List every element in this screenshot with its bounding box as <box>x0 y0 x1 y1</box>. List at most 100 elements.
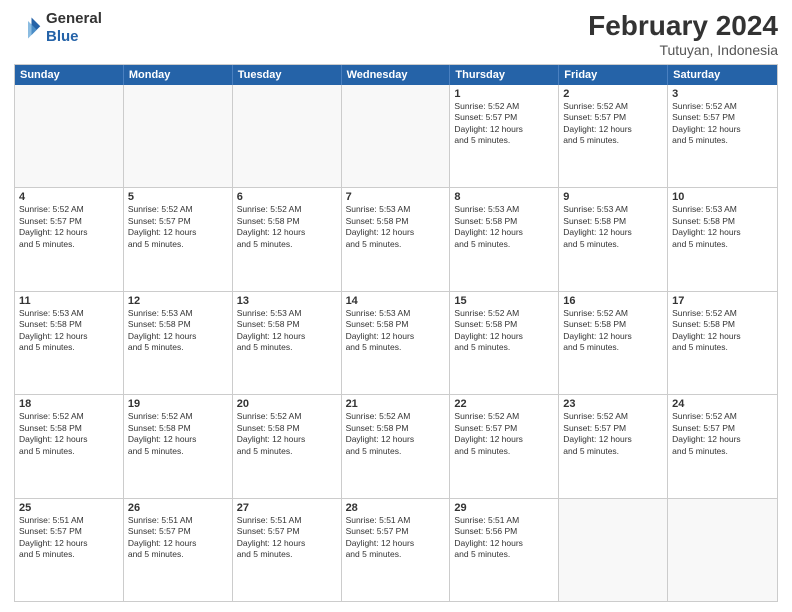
calendar-header-cell: Friday <box>559 65 668 85</box>
calendar-cell: 9Sunrise: 5:53 AMSunset: 5:58 PMDaylight… <box>559 188 668 290</box>
calendar-cell <box>668 499 777 601</box>
logo: General Blue <box>14 10 102 46</box>
calendar-cell: 26Sunrise: 5:51 AMSunset: 5:57 PMDayligh… <box>124 499 233 601</box>
calendar-cell: 3Sunrise: 5:52 AMSunset: 5:57 PMDaylight… <box>668 85 777 187</box>
calendar-cell: 21Sunrise: 5:52 AMSunset: 5:58 PMDayligh… <box>342 395 451 497</box>
calendar-week: 1Sunrise: 5:52 AMSunset: 5:57 PMDaylight… <box>15 85 777 188</box>
calendar-cell: 14Sunrise: 5:53 AMSunset: 5:58 PMDayligh… <box>342 292 451 394</box>
calendar-header-cell: Saturday <box>668 65 777 85</box>
calendar-body: 1Sunrise: 5:52 AMSunset: 5:57 PMDaylight… <box>15 85 777 601</box>
calendar-cell <box>15 85 124 187</box>
calendar-cell <box>342 85 451 187</box>
day-number: 27 <box>237 502 337 514</box>
day-info: Sunrise: 5:52 AMSunset: 5:58 PMDaylight:… <box>237 411 337 457</box>
day-info: Sunrise: 5:52 AMSunset: 5:57 PMDaylight:… <box>19 204 119 250</box>
calendar-cell: 2Sunrise: 5:52 AMSunset: 5:57 PMDaylight… <box>559 85 668 187</box>
day-number: 4 <box>19 191 119 203</box>
day-info: Sunrise: 5:52 AMSunset: 5:57 PMDaylight:… <box>672 101 773 147</box>
day-number: 16 <box>563 295 663 307</box>
calendar-week: 18 Sunrise: 5:52 AMSunset: 5:58 PMDayligh… <box>15 395 777 498</box>
day-number: 5 <box>128 191 228 203</box>
day-info: Sunrise: 5:51 AMSunset: 5:57 PMDaylight:… <box>128 515 228 561</box>
day-info: Sunrise: 5:53 AMSunset: 5:58 PMDaylight:… <box>346 308 446 354</box>
calendar-cell: 13Sunrise: 5:53 AMSunset: 5:58 PMDayligh… <box>233 292 342 394</box>
day-number: 28 <box>346 502 446 514</box>
day-number: 29 <box>454 502 554 514</box>
calendar-cell: 29Sunrise: 5:51 AMSunset: 5:56 PMDayligh… <box>450 499 559 601</box>
day-info: Sunrise: 5:52 AMSunset: 5:57 PMDaylight:… <box>672 411 773 457</box>
day-number: 1 <box>454 88 554 100</box>
logo-text: General Blue <box>46 10 102 46</box>
calendar-week: 4Sunrise: 5:52 AMSunset: 5:57 PMDaylight… <box>15 188 777 291</box>
day-number: 21 <box>346 398 446 410</box>
day-number: 19 <box>128 398 228 410</box>
calendar-cell: 4Sunrise: 5:52 AMSunset: 5:57 PMDaylight… <box>15 188 124 290</box>
day-info: Sunrise: 5:52 AMSunset: 5:58 PMDaylight:… <box>563 308 663 354</box>
day-info: Sunrise: 5:52 AMSunset: 5:57 PMDaylight:… <box>454 411 554 457</box>
day-info: Sunrise: 5:52 AMSunset: 5:57 PMDaylight:… <box>454 101 554 147</box>
calendar-cell <box>233 85 342 187</box>
calendar-week: 11Sunrise: 5:53 AMSunset: 5:58 PMDayligh… <box>15 292 777 395</box>
day-info: Sunrise: 5:53 AMSunset: 5:58 PMDaylight:… <box>672 204 773 250</box>
calendar-cell: 20Sunrise: 5:52 AMSunset: 5:58 PMDayligh… <box>233 395 342 497</box>
calendar-cell: 11Sunrise: 5:53 AMSunset: 5:58 PMDayligh… <box>15 292 124 394</box>
day-info: Sunrise: 5:51 AMSunset: 5:57 PMDaylight:… <box>346 515 446 561</box>
day-number: 8 <box>454 191 554 203</box>
day-info: Sunrise: 5:52 AMSunset: 5:57 PMDaylight:… <box>128 204 228 250</box>
calendar-cell <box>124 85 233 187</box>
calendar-cell: 8Sunrise: 5:53 AMSunset: 5:58 PMDaylight… <box>450 188 559 290</box>
calendar-cell: 18Sunrise: 5:52 AMSunset: 5:58 PMDayligh… <box>15 395 124 497</box>
day-number: 22 <box>454 398 554 410</box>
calendar-header-cell: Tuesday <box>233 65 342 85</box>
day-info: Sunrise: 5:53 AMSunset: 5:58 PMDaylight:… <box>563 204 663 250</box>
day-info: Sunrise: 5:53 AMSunset: 5:58 PMDaylight:… <box>454 204 554 250</box>
calendar-cell: 1Sunrise: 5:52 AMSunset: 5:57 PMDaylight… <box>450 85 559 187</box>
calendar-cell <box>559 499 668 601</box>
day-info: Sunrise: 5:52 AMSunset: 5:58 PMDaylight:… <box>454 308 554 354</box>
calendar-cell: 27Sunrise: 5:51 AMSunset: 5:57 PMDayligh… <box>233 499 342 601</box>
title-block: February 2024 Tutuyan, Indonesia <box>588 10 778 58</box>
day-number: 11 <box>19 295 119 307</box>
day-number: 10 <box>672 191 773 203</box>
logo-icon <box>14 14 42 42</box>
day-number: 24 <box>672 398 773 410</box>
calendar: SundayMondayTuesdayWednesdayThursdayFrid… <box>14 64 778 602</box>
day-info: Sunrise: 5:52 AMSunset: 5:58 PMDaylight:… <box>237 204 337 250</box>
day-number: 12 <box>128 295 228 307</box>
calendar-cell: 24Sunrise: 5:52 AMSunset: 5:57 PMDayligh… <box>668 395 777 497</box>
calendar-cell: 16Sunrise: 5:52 AMSunset: 5:58 PMDayligh… <box>559 292 668 394</box>
calendar-cell: 19Sunrise: 5:52 AMSunset: 5:58 PMDayligh… <box>124 395 233 497</box>
day-info: Sunrise: 5:52 AMSunset: 5:57 PMDaylight:… <box>563 411 663 457</box>
day-number: 9 <box>563 191 663 203</box>
day-number: 17 <box>672 295 773 307</box>
day-number: 15 <box>454 295 554 307</box>
day-number: 20 <box>237 398 337 410</box>
day-number: 18 <box>19 398 119 410</box>
calendar-cell: 12Sunrise: 5:53 AMSunset: 5:58 PMDayligh… <box>124 292 233 394</box>
main-title: February 2024 <box>588 10 778 42</box>
calendar-cell: 23Sunrise: 5:52 AMSunset: 5:57 PMDayligh… <box>559 395 668 497</box>
day-info: Sunrise: 5:53 AMSunset: 5:58 PMDaylight:… <box>346 204 446 250</box>
day-number: 13 <box>237 295 337 307</box>
day-info: Sunrise: 5:52 AMSunset: 5:57 PMDaylight:… <box>563 101 663 147</box>
calendar-header-cell: Wednesday <box>342 65 451 85</box>
day-info: Sunrise: 5:52 AMSunset: 5:58 PMDaylight:… <box>672 308 773 354</box>
day-info: Sunrise: 5:52 AMSunset: 5:58 PMDaylight:… <box>346 411 446 457</box>
day-info: Sunrise: 5:51 AMSunset: 5:57 PMDaylight:… <box>19 515 119 561</box>
calendar-header-cell: Sunday <box>15 65 124 85</box>
day-number: 7 <box>346 191 446 203</box>
day-info: Sunrise: 5:53 AMSunset: 5:58 PMDaylight:… <box>19 308 119 354</box>
calendar-cell: 6Sunrise: 5:52 AMSunset: 5:58 PMDaylight… <box>233 188 342 290</box>
day-info: Sunrise: 5:53 AMSunset: 5:58 PMDaylight:… <box>237 308 337 354</box>
day-number: 2 <box>563 88 663 100</box>
calendar-week: 25Sunrise: 5:51 AMSunset: 5:57 PMDayligh… <box>15 499 777 601</box>
day-info: Sunrise: 5:52 AMSunset: 5:58 PMDaylight:… <box>128 411 228 457</box>
day-number: 3 <box>672 88 773 100</box>
calendar-header-cell: Thursday <box>450 65 559 85</box>
calendar-cell: 5Sunrise: 5:52 AMSunset: 5:57 PMDaylight… <box>124 188 233 290</box>
calendar-cell: 22Sunrise: 5:52 AMSunset: 5:57 PMDayligh… <box>450 395 559 497</box>
header: General Blue February 2024 Tutuyan, Indo… <box>14 10 778 58</box>
calendar-cell: 28Sunrise: 5:51 AMSunset: 5:57 PMDayligh… <box>342 499 451 601</box>
day-info: Sunrise: 5:51 AMSunset: 5:57 PMDaylight:… <box>237 515 337 561</box>
calendar-cell: 17Sunrise: 5:52 AMSunset: 5:58 PMDayligh… <box>668 292 777 394</box>
